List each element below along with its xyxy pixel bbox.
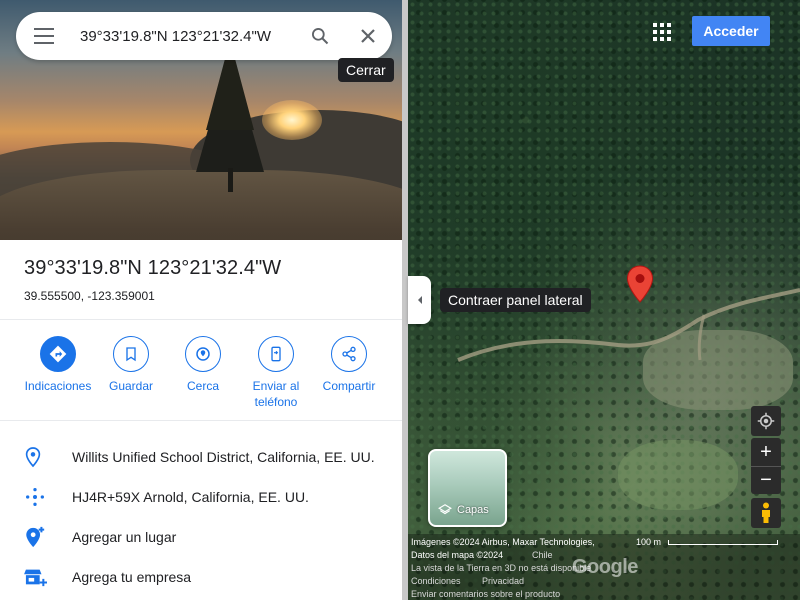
layers-icon — [438, 504, 452, 515]
add-business-icon — [0, 557, 72, 597]
zoom-out-button[interactable]: − — [751, 466, 781, 494]
search-button[interactable] — [296, 12, 344, 60]
country-link[interactable]: Chile — [532, 550, 553, 560]
add-business-row[interactable]: Agrega tu empresa — [0, 557, 402, 597]
save-button[interactable]: Guardar — [95, 336, 167, 394]
location-pin-icon — [0, 437, 72, 477]
layers-label: Capas — [457, 504, 489, 516]
address-text: Willits Unified School District, Califor… — [72, 449, 375, 465]
send-label-line2: teléfono — [254, 395, 298, 409]
zoom-controls: + − — [751, 438, 781, 494]
earth-3d-notice: La vista de la Tierra en 3D no está disp… — [411, 563, 592, 573]
close-icon — [361, 29, 375, 43]
menu-button[interactable] — [16, 12, 72, 60]
collapse-panel-button[interactable] — [408, 276, 431, 324]
maps-window: 39°33'19.8"N 123°21'32.4"W 39.555500, -1… — [0, 0, 800, 600]
send-to-phone-label: Enviar al teléfono — [240, 378, 312, 410]
share-icon — [331, 336, 367, 372]
crosshair-icon — [757, 412, 775, 430]
menu-icon — [34, 28, 54, 44]
nearby-button[interactable]: Cerca — [167, 336, 239, 394]
apps-grid-icon — [653, 23, 671, 41]
directions-icon — [40, 336, 76, 372]
imagery-attribution: Imágenes ©2024 Airbus, Maxar Technologie… — [411, 537, 595, 547]
zoom-in-button[interactable]: + — [751, 438, 781, 466]
divider — [0, 420, 402, 421]
my-location-button[interactable] — [751, 406, 781, 436]
share-label: Compartir — [322, 379, 376, 393]
side-panel: 39°33'19.8"N 123°21'32.4"W 39.555500, -1… — [0, 0, 402, 600]
address-row[interactable]: Willits Unified School District, Califor… — [0, 437, 402, 477]
send-to-phone-icon — [258, 336, 294, 372]
decimal-coordinates: 39.555500, -123.359001 — [24, 289, 155, 303]
share-button[interactable]: Compartir — [313, 336, 385, 394]
layers-button[interactable]: Capas — [428, 449, 507, 527]
collapse-tooltip: Contraer panel lateral — [440, 288, 591, 312]
terms-link[interactable]: Condiciones — [411, 576, 461, 586]
pegman-icon — [762, 502, 770, 523]
send-label-line1: Enviar al — [252, 379, 300, 393]
feedback-link[interactable]: Enviar comentarios sobre el producto — [411, 589, 560, 599]
google-logo: Google — [572, 556, 638, 578]
close-tooltip: Cerrar — [338, 58, 394, 82]
add-place-text: Agregar un lugar — [72, 529, 177, 545]
street-view-button[interactable] — [751, 498, 781, 528]
directions-button[interactable]: Indicaciones — [22, 336, 94, 394]
map-data-attribution: Datos del mapa ©2024 — [411, 550, 504, 560]
nearby-label: Cerca — [186, 379, 219, 393]
send-to-phone-button[interactable]: Enviar al teléfono — [240, 336, 312, 410]
plus-code-icon — [0, 477, 72, 517]
bookmark-icon — [113, 336, 149, 372]
plus-code-row[interactable]: HJ4R+59X Arnold, California, EE. UU. — [0, 477, 402, 517]
divider — [0, 319, 402, 320]
add-place-row[interactable]: Agregar un lugar — [0, 517, 402, 557]
search-icon — [312, 28, 329, 45]
scale-bar[interactable] — [668, 540, 778, 545]
google-apps-button[interactable] — [648, 18, 676, 46]
plus-code-text: HJ4R+59X Arnold, California, EE. UU. — [72, 489, 309, 505]
search-input[interactable] — [72, 12, 296, 60]
chevron-left-icon — [417, 296, 422, 304]
close-button[interactable] — [344, 12, 392, 60]
add-place-icon — [0, 517, 72, 557]
directions-label: Indicaciones — [24, 379, 92, 393]
add-business-text: Agrega tu empresa — [72, 569, 192, 585]
scale-label[interactable]: 100 m — [636, 537, 661, 547]
save-label: Guardar — [108, 379, 154, 393]
sign-in-button[interactable]: Acceder — [692, 16, 770, 46]
map-pin-icon[interactable] — [626, 265, 654, 308]
nearby-icon — [185, 336, 221, 372]
place-title: 39°33'19.8"N 123°21'32.4"W — [24, 257, 282, 279]
search-box — [16, 12, 392, 60]
privacy-link[interactable]: Privacidad — [482, 576, 524, 586]
